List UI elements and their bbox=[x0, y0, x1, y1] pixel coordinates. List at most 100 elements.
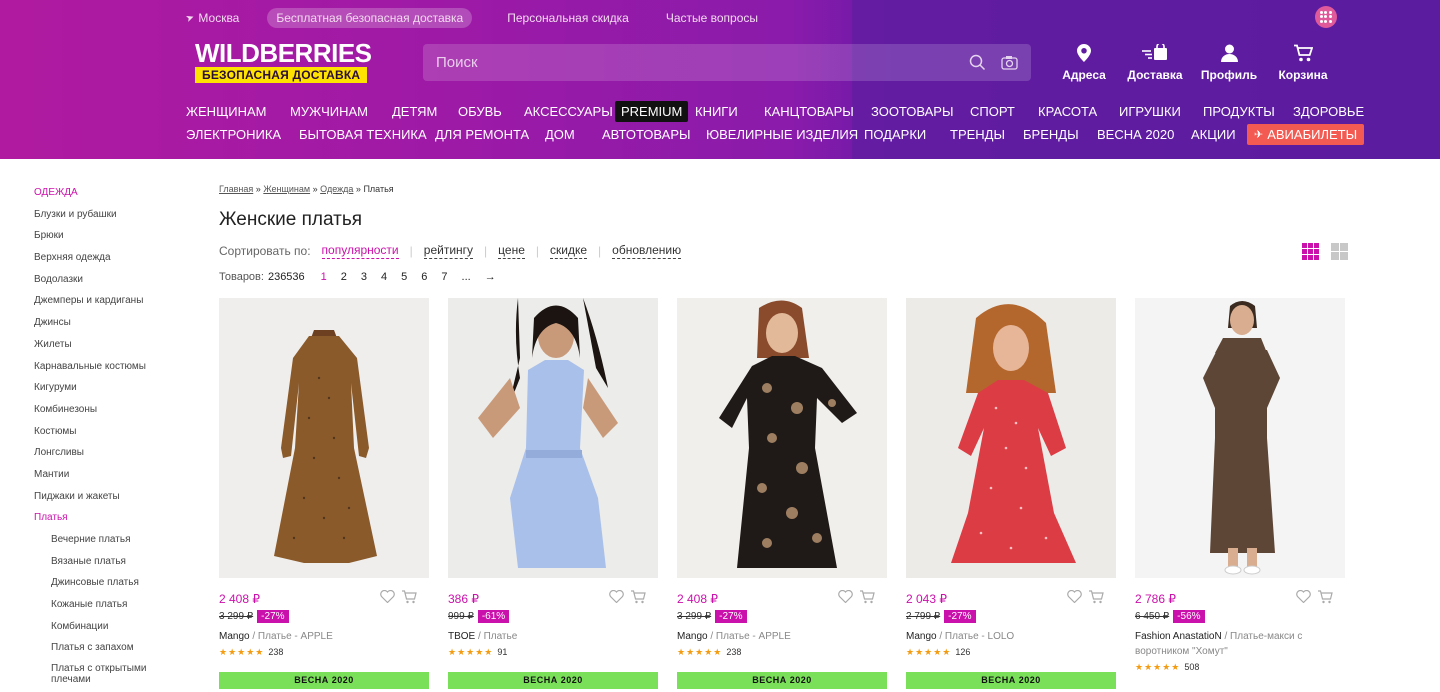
sidebar-item[interactable]: Жилеты bbox=[34, 338, 194, 360]
sidebar-subitem[interactable]: Платья с запахом bbox=[34, 641, 194, 663]
nav-auto[interactable]: АВТОТОВАРЫ bbox=[602, 124, 706, 145]
sort-popularity[interactable]: популярности bbox=[321, 243, 399, 259]
nav-appliances[interactable]: БЫТОВАЯ ТЕХНИКА bbox=[299, 124, 435, 145]
crumb-women[interactable]: Женщинам bbox=[263, 184, 310, 194]
nav-trends[interactable]: ТРЕНДЫ bbox=[950, 124, 1023, 145]
page-6[interactable]: 6 bbox=[421, 271, 427, 283]
profile-button[interactable]: Профиль bbox=[1199, 42, 1259, 82]
next-page-arrow-icon[interactable]: → bbox=[485, 271, 496, 283]
sidebar-item[interactable]: Брюки bbox=[34, 229, 194, 251]
product-image[interactable] bbox=[219, 298, 429, 578]
product-image[interactable] bbox=[906, 298, 1116, 578]
add-to-cart-icon[interactable] bbox=[1317, 590, 1333, 609]
nav-toys[interactable]: ИГРУШКИ bbox=[1119, 101, 1203, 122]
sidebar-item[interactable]: Джинсы bbox=[34, 316, 194, 338]
personal-discount-link[interactable]: Персональная скидка bbox=[507, 11, 629, 25]
sidebar-item[interactable]: Костюмы bbox=[34, 425, 194, 447]
page-2[interactable]: 2 bbox=[341, 271, 347, 283]
nav-gifts[interactable]: ПОДАРКИ bbox=[864, 124, 950, 145]
favorite-heart-icon[interactable] bbox=[1296, 589, 1311, 609]
search-icon[interactable] bbox=[967, 53, 987, 73]
crumb-clothes[interactable]: Одежда bbox=[320, 184, 353, 194]
sort-new[interactable]: обновлению bbox=[612, 243, 682, 259]
cart-button[interactable]: Корзина bbox=[1277, 42, 1329, 82]
nav-books[interactable]: КНИГИ bbox=[695, 101, 764, 122]
nav-shoes[interactable]: ОБУВЬ bbox=[458, 101, 524, 122]
site-logo[interactable]: WILDBERRIES БЕЗОПАСНАЯ ДОСТАВКА bbox=[195, 40, 372, 84]
sidebar-item[interactable]: Кигуруми bbox=[34, 381, 194, 403]
sidebar-subitem[interactable]: Джинсовые платья bbox=[34, 576, 194, 598]
sidebar-item[interactable]: Водолазки bbox=[34, 273, 194, 295]
grid-small-view-icon[interactable] bbox=[1302, 243, 1319, 260]
product-card[interactable]: 2 408 ₽ 3 299 ₽ -27% Mango / Платье - APP… bbox=[677, 298, 887, 689]
nav-women[interactable]: ЖЕНЩИНАМ bbox=[186, 101, 290, 122]
city-selector[interactable]: ➤ Москва bbox=[184, 11, 239, 25]
sort-discount[interactable]: скидке bbox=[550, 243, 588, 259]
sidebar-item[interactable]: Джемперы и кардиганы bbox=[34, 294, 194, 316]
sidebar-subitem[interactable]: Вечерние платья bbox=[34, 533, 194, 555]
sidebar-item[interactable]: Блузки и рубашки bbox=[34, 208, 194, 230]
delivery-button[interactable]: Доставка bbox=[1125, 42, 1185, 82]
sidebar-subitem[interactable]: Комбинации bbox=[34, 620, 194, 642]
nav-kids[interactable]: ДЕТЯМ bbox=[392, 101, 458, 122]
sidebar-item[interactable]: Комбинезоны bbox=[34, 403, 194, 425]
nav-health[interactable]: ЗДОРОВЬЕ bbox=[1293, 101, 1364, 122]
product-image[interactable] bbox=[1135, 298, 1345, 578]
nav-premium[interactable]: PREMIUM bbox=[615, 101, 689, 122]
nav-avia-tickets[interactable]: ✈ АВИАБИЛЕТЫ bbox=[1247, 124, 1365, 145]
sidebar-item[interactable]: Верхняя одежда bbox=[34, 251, 194, 273]
nav-food[interactable]: ПРОДУКТЫ bbox=[1203, 101, 1293, 122]
nav-spring-2020[interactable]: ВЕСНА 2020 bbox=[1097, 124, 1191, 145]
add-to-cart-icon[interactable] bbox=[630, 590, 646, 609]
page-7[interactable]: 7 bbox=[441, 271, 447, 283]
sidebar-item[interactable]: Лонгсливы bbox=[34, 446, 194, 468]
add-to-cart-icon[interactable] bbox=[401, 590, 417, 609]
nav-jewelry[interactable]: ЮВЕЛИРНЫЕ ИЗДЕЛИЯ bbox=[706, 124, 864, 145]
product-card[interactable]: 2 408 ₽ 3 299 ₽ -27% Mango / Платье - APP… bbox=[219, 298, 429, 689]
faq-link[interactable]: Частые вопросы bbox=[666, 11, 758, 25]
product-image[interactable] bbox=[448, 298, 658, 578]
sort-price[interactable]: цене bbox=[498, 243, 525, 259]
nav-sport[interactable]: СПОРТ bbox=[970, 101, 1038, 122]
favorite-heart-icon[interactable] bbox=[609, 589, 624, 609]
favorite-heart-icon[interactable] bbox=[1067, 589, 1082, 609]
camera-search-icon[interactable] bbox=[999, 53, 1019, 73]
product-card[interactable]: 2 043 ₽ 2 799 ₽ -27% Mango / Платье - LOL… bbox=[906, 298, 1116, 689]
sidebar-item[interactable]: Пиджаки и жакеты bbox=[34, 490, 194, 512]
page-4[interactable]: 4 bbox=[381, 271, 387, 283]
page-1[interactable]: 1 bbox=[321, 271, 327, 283]
product-image[interactable] bbox=[677, 298, 887, 578]
free-delivery-link[interactable]: Бесплатная безопасная доставка bbox=[267, 8, 473, 28]
nav-home[interactable]: ДОМ bbox=[545, 124, 602, 145]
nav-sales[interactable]: АКЦИИ bbox=[1191, 124, 1247, 145]
sidebar-subitem[interactable]: Платья с открытыми плечами bbox=[34, 663, 164, 685]
add-to-cart-icon[interactable] bbox=[1088, 590, 1104, 609]
grid-large-view-icon[interactable] bbox=[1331, 243, 1348, 260]
sidebar-item[interactable]: Мантии bbox=[34, 468, 194, 490]
nav-pets[interactable]: ЗООТОВАРЫ bbox=[871, 101, 970, 122]
nav-men[interactable]: МУЖЧИНАМ bbox=[290, 101, 392, 122]
search-input[interactable] bbox=[423, 54, 967, 71]
sidebar-item-dresses[interactable]: Платья bbox=[34, 511, 194, 533]
sort-rating[interactable]: рейтингу bbox=[423, 243, 474, 259]
nav-stationery[interactable]: КАНЦТОВАРЫ bbox=[764, 101, 871, 122]
sidebar-subitem[interactable]: Вязаные платья bbox=[34, 555, 194, 577]
app-menu-icon[interactable] bbox=[1315, 6, 1337, 28]
nav-electronics[interactable]: ЭЛЕКТРОНИКА bbox=[186, 124, 299, 145]
favorite-heart-icon[interactable] bbox=[380, 589, 395, 609]
favorite-heart-icon[interactable] bbox=[838, 589, 853, 609]
product-card[interactable]: 2 786 ₽ 6 450 ₽ -56% Fashion AnastatioN /… bbox=[1135, 298, 1345, 674]
nav-repair[interactable]: ДЛЯ РЕМОНТА bbox=[435, 124, 545, 145]
sidebar-item[interactable]: Карнавальные костюмы bbox=[34, 360, 194, 382]
sidebar-subitem[interactable]: Кожаные платья bbox=[34, 598, 194, 620]
crumb-home[interactable]: Главная bbox=[219, 184, 253, 194]
add-to-cart-icon[interactable] bbox=[859, 590, 875, 609]
product-card[interactable]: 386 ₽ 999 ₽ -61% TBOE / Платье ★★★★★ 91 ВЕ… bbox=[448, 298, 658, 689]
page-5[interactable]: 5 bbox=[401, 271, 407, 283]
nav-brands[interactable]: БРЕНДЫ bbox=[1023, 124, 1097, 145]
page-3[interactable]: 3 bbox=[361, 271, 367, 283]
sidebar-head-clothes[interactable]: ОДЕЖДА bbox=[34, 186, 194, 208]
addresses-button[interactable]: Адреса bbox=[1058, 42, 1110, 82]
nav-accessories[interactable]: АКСЕССУАРЫ bbox=[524, 101, 615, 122]
nav-beauty[interactable]: КРАСОТА bbox=[1038, 101, 1119, 122]
